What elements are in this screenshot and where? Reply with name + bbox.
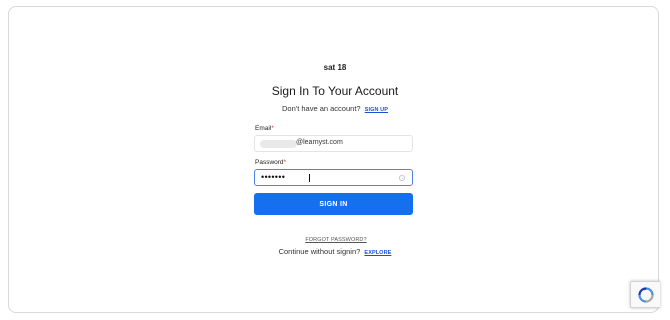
password-required-mark: * [283, 159, 287, 166]
password-label-text: Password [255, 159, 284, 166]
email-redacted-part [260, 140, 297, 148]
page-frame [8, 6, 659, 313]
explore-prompt: Continue without signin? [278, 247, 361, 256]
password-label: Password* [255, 159, 286, 166]
email-label-text: Email [255, 125, 272, 132]
email-label: Email* [255, 125, 274, 132]
recaptcha-badge[interactable] [630, 281, 660, 308]
text-caret [309, 174, 310, 182]
page-title: Sign In To Your Account [271, 84, 399, 98]
signup-prompt: Don't have an account? [282, 104, 361, 113]
signup-row: Don't have an account? SIGN UP [0, 104, 670, 113]
explore-link[interactable]: EXPLORE [364, 250, 391, 256]
password-field[interactable]: ••••••• [254, 169, 413, 186]
email-value: @learnyst.com [296, 139, 343, 146]
password-value: ••••••• [261, 172, 286, 182]
explore-row: Continue without signin? EXPLORE [0, 247, 670, 256]
forgot-password-link[interactable]: FORGOT PASSWORD? [305, 237, 366, 243]
signup-link[interactable]: SIGN UP [365, 107, 388, 113]
recaptcha-icon [638, 287, 654, 303]
sign-in-button[interactable]: SIGN IN [254, 193, 413, 215]
brand-name: sat 18 [323, 63, 347, 72]
email-required-mark: * [271, 125, 274, 132]
email-field[interactable]: @learnyst.com [254, 135, 413, 152]
forgot-password-row: FORGOT PASSWORD? [0, 228, 670, 246]
eye-icon[interactable] [399, 175, 405, 181]
